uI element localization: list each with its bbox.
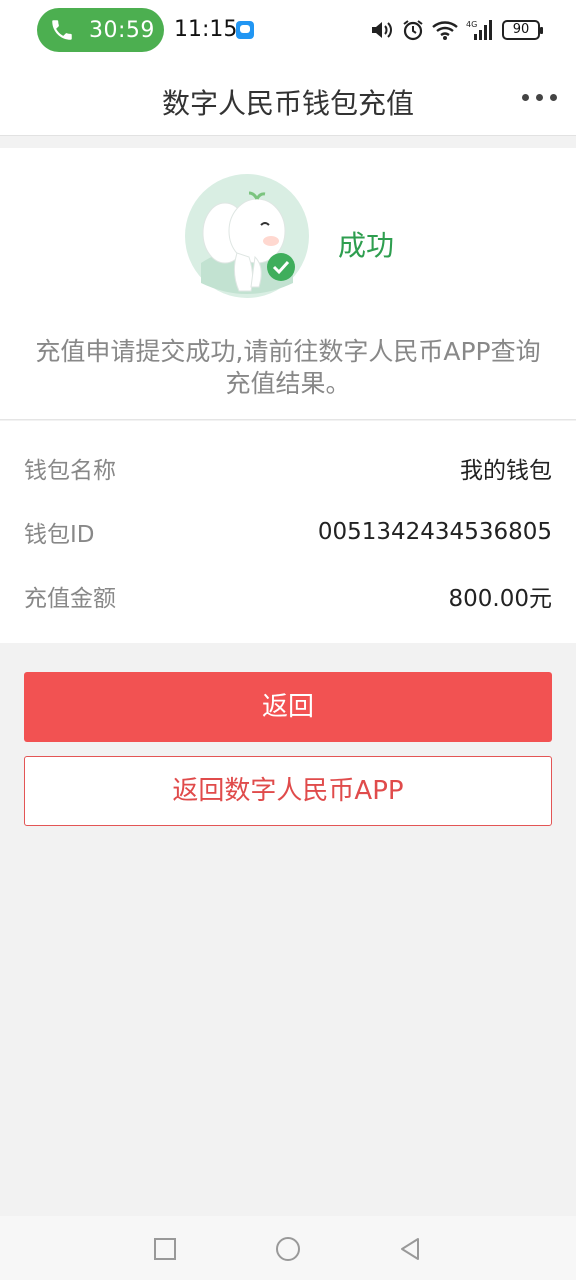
detail-label: 钱包ID bbox=[24, 522, 95, 548]
system-nav-bar bbox=[0, 1216, 576, 1280]
detail-label: 钱包名称 bbox=[24, 458, 116, 484]
alarm-icon bbox=[403, 20, 423, 41]
status-bar: 30:59 11:15 4G 90 bbox=[0, 0, 576, 62]
back-icon[interactable] bbox=[397, 1236, 423, 1262]
page-title: 数字人民币钱包充值 bbox=[161, 87, 414, 120]
chat-notification-icon bbox=[236, 21, 254, 39]
detail-label: 充值金额 bbox=[24, 586, 116, 612]
wifi-icon bbox=[432, 21, 458, 40]
battery-icon: 90 bbox=[502, 20, 543, 40]
success-status: 成功 bbox=[338, 229, 395, 262]
call-timer: 30:59 bbox=[89, 17, 155, 43]
detail-value: 0051342434536805 bbox=[317, 519, 552, 545]
status-time: 11:15 bbox=[174, 17, 238, 42]
recent-apps-icon[interactable] bbox=[152, 1236, 178, 1262]
ongoing-call-pill[interactable]: 30:59 bbox=[37, 8, 164, 52]
back-to-app-button[interactable]: 返回数字人民币APP bbox=[24, 756, 552, 826]
volume-icon bbox=[372, 22, 392, 38]
result-message: 充值申请提交成功,请前往数字人民币APP查询充值结果。 bbox=[35, 337, 541, 398]
back-button[interactable]: 返回 bbox=[24, 672, 552, 742]
system-status-icons: 4G 90 bbox=[370, 16, 543, 44]
detail-value: 我的钱包 bbox=[460, 458, 552, 484]
nav-bar: 数字人民币钱包充值 bbox=[0, 62, 576, 136]
signal-4g-icon: 4G bbox=[466, 20, 492, 40]
result-card: 成功 充值申请提交成功,请前往数字人民币APP查询充值结果。 bbox=[0, 148, 576, 420]
phone-icon bbox=[52, 20, 72, 40]
detail-row-wallet-name: 钱包名称 我的钱包 bbox=[24, 448, 552, 488]
home-icon[interactable] bbox=[275, 1236, 301, 1262]
detail-row-wallet-id: 钱包ID 0051342434536805 bbox=[24, 512, 552, 552]
detail-card: 钱包名称 我的钱包 钱包ID 0051342434536805 充值金额 800… bbox=[0, 421, 576, 643]
svg-text:4G: 4G bbox=[466, 20, 477, 29]
elephant-mascot-icon bbox=[185, 174, 309, 298]
detail-row-amount: 充值金额 800.00元 bbox=[24, 576, 552, 616]
detail-value: 800.00元 bbox=[448, 586, 552, 612]
more-dots-icon[interactable] bbox=[522, 90, 558, 106]
